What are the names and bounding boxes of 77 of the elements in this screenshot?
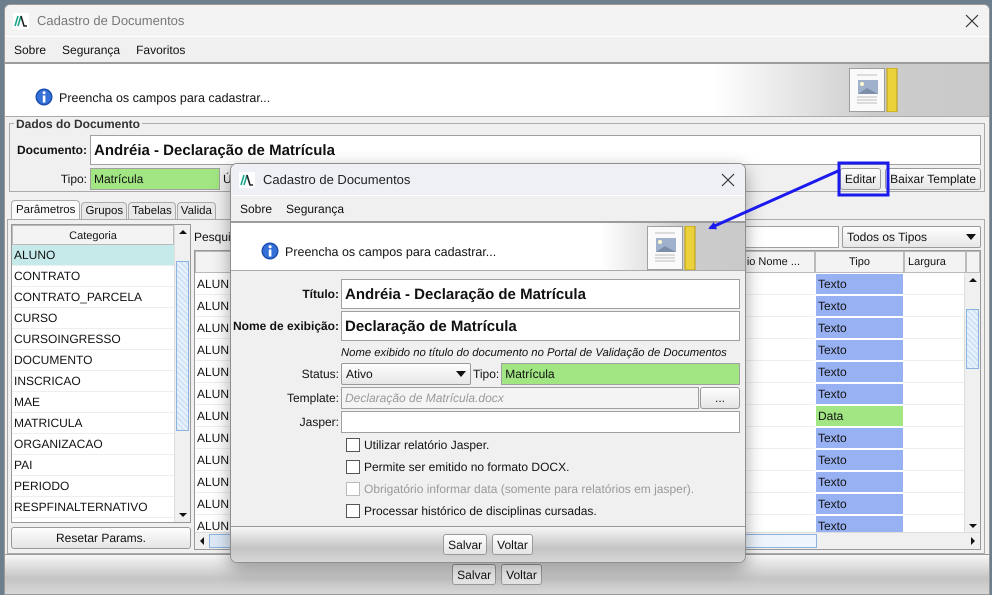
close-icon[interactable] (721, 172, 735, 186)
scroll-thumb[interactable] (966, 309, 979, 369)
field-label: Template: (286, 391, 339, 405)
tab[interactable]: Parâmetros (11, 200, 80, 219)
table-cell: Texto (815, 383, 904, 405)
checkbox[interactable] (346, 504, 360, 518)
table-cell: Texto (815, 427, 904, 449)
display-name-field[interactable]: Declaração de Matrícula (341, 311, 740, 341)
app-logo-icon (13, 12, 29, 28)
table-cell: Texto (815, 339, 904, 361)
app-logo-icon (239, 172, 255, 188)
document-field[interactable]: Andréia - Declaração de Matrícula (90, 135, 981, 165)
field-label: Título: (301, 287, 339, 301)
checkbox-label: Obrigatório informar data (somente para relatórios em jasper). (364, 482, 694, 496)
highlight-frame (838, 162, 890, 196)
info-icon (261, 242, 279, 260)
table-cell: Texto (815, 515, 904, 532)
scroll-thumb[interactable] (176, 261, 189, 431)
checkbox-label: Permite ser emitido no formato DOCX. (364, 460, 570, 474)
caret-icon (966, 234, 976, 240)
menu-item[interactable]: Favoritos (136, 42, 186, 56)
menu-item[interactable]: Sobre (240, 202, 272, 216)
caret-icon (456, 371, 466, 377)
hint-text: Nome exibido no título do documento no Portal de Validação de Documentos (341, 347, 727, 359)
title-field[interactable]: Andréia - Declaração de Matrícula (341, 279, 740, 309)
back-button[interactable]: Voltar (501, 564, 542, 585)
type-field[interactable]: Matrícula (90, 168, 220, 190)
table-cell: Texto (815, 471, 904, 493)
menu-item[interactable]: Segurança (62, 42, 120, 56)
scrollbar[interactable] (174, 225, 190, 522)
download-template-button[interactable]: Baixar Template (885, 168, 981, 190)
checkbox[interactable] (346, 438, 360, 452)
edit-button[interactable]: Editar (840, 168, 882, 190)
close-icon[interactable] (965, 14, 979, 28)
search-label: Pesqui (194, 230, 231, 244)
info-message: Preencha os campos para cadastrar... (59, 90, 270, 106)
field-label: Status: (300, 367, 339, 381)
table-cell: Texto (815, 295, 904, 317)
scrollbar[interactable] (964, 273, 980, 532)
tab[interactable]: Valida (176, 202, 216, 219)
save-button[interactable]: Salvar (443, 534, 488, 555)
table-cell: Data (815, 405, 904, 427)
type-filter-dropdown[interactable]: Todos os Tipos (842, 226, 981, 248)
document-image-icon (647, 226, 697, 270)
table-cell: Texto (815, 273, 904, 295)
tab[interactable]: Tabelas (128, 202, 176, 219)
document-image-icon (849, 68, 899, 112)
field-label: Documento: (16, 143, 87, 157)
table-cell: Texto (815, 317, 904, 339)
menu-item[interactable]: Segurança (286, 202, 344, 216)
tab[interactable]: Grupos (81, 202, 128, 219)
window-title: Cadastro de Documentos (263, 172, 410, 187)
column-header (966, 251, 980, 273)
checkbox[interactable] (346, 460, 360, 474)
menu-item[interactable]: Sobre (14, 42, 46, 56)
reset-button[interactable]: Resetar Params. (11, 527, 191, 549)
save-button[interactable]: Salvar (452, 564, 496, 585)
checkbox-label: Processar histórico de disciplinas cursadas. (364, 504, 597, 518)
table-cell: Texto (815, 449, 904, 471)
column-header: Largura (904, 251, 966, 273)
column-header: Categoria (12, 225, 174, 245)
window-title: Cadastro de Documentos (37, 13, 184, 28)
browse-button[interactable]: ... (700, 387, 740, 409)
type-field[interactable]: Matrícula (501, 363, 740, 385)
field-label: Tipo: (473, 367, 500, 381)
table-cell: Texto (815, 361, 904, 383)
info-icon (35, 88, 53, 106)
list-item[interactable]: ALUNO (12, 245, 174, 266)
status-dropdown[interactable]: Ativo (341, 363, 471, 385)
table-cell: Texto (815, 493, 904, 515)
group-title: Dados do Documento (14, 117, 142, 131)
back-button[interactable]: Voltar (492, 534, 533, 555)
field-label: Jasper: (298, 415, 339, 429)
column-header: Tipo (815, 251, 904, 273)
jasper-field[interactable] (341, 411, 740, 433)
checkbox-label: Utilizar relatório Jasper. (364, 438, 490, 452)
field-label: Tipo: (60, 172, 87, 186)
